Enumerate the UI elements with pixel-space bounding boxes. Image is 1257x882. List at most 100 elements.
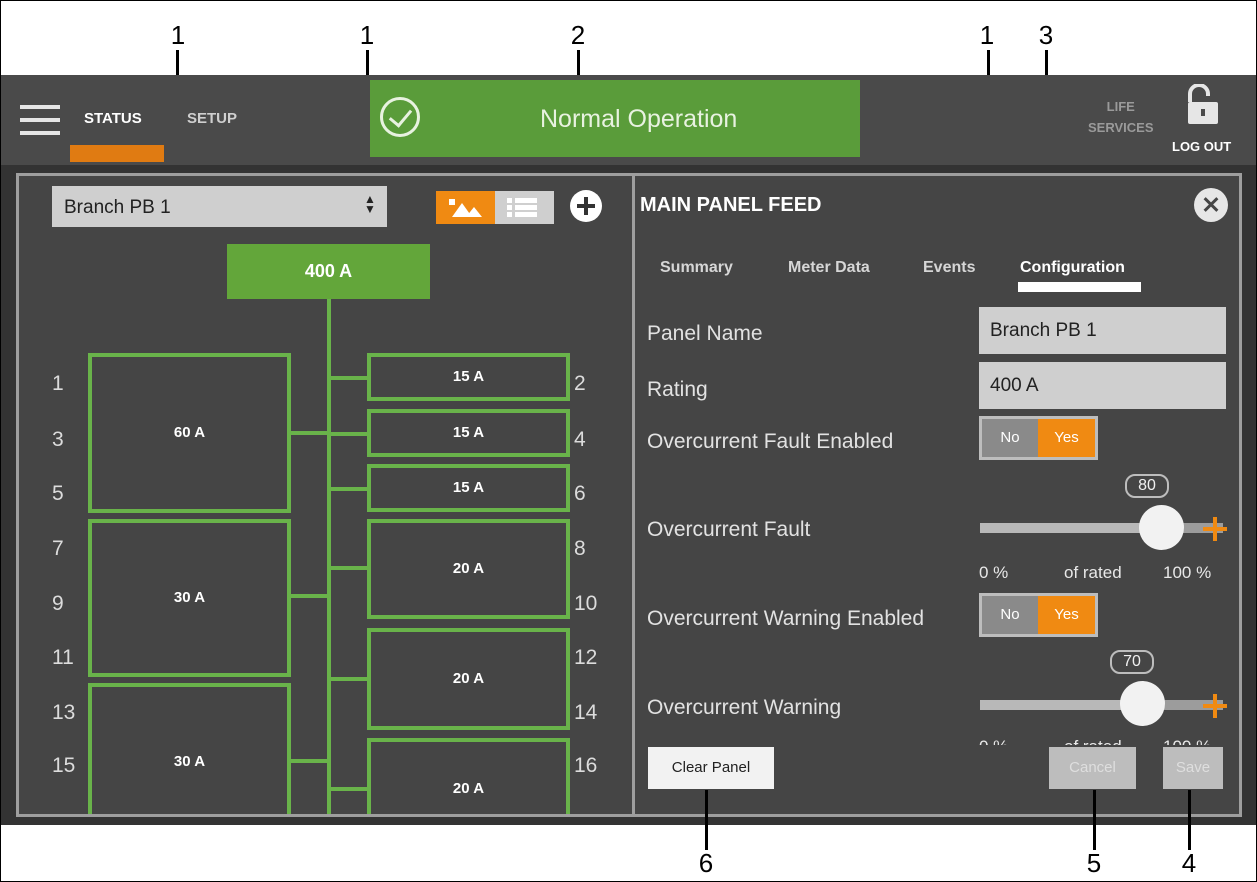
- breaker-left-2[interactable]: 30 A: [88, 519, 291, 677]
- bus-connector: [329, 487, 371, 491]
- fault-slider-thumb[interactable]: [1139, 505, 1184, 550]
- slot-number: 11: [52, 646, 74, 669]
- callout-line: [1093, 790, 1096, 850]
- updown-arrows-icon: ▲ ▼: [364, 192, 376, 216]
- callout-1-main-breaker: 1: [359, 20, 375, 50]
- overcurrent-warning-enabled-label: Overcurrent Warning Enabled: [647, 607, 925, 630]
- bus-connector: [287, 431, 329, 435]
- slot-number: 14: [574, 701, 598, 724]
- callout-2-add: 2: [570, 20, 586, 50]
- status-text: Normal Operation: [540, 105, 738, 133]
- overcurrent-fault-label: Overcurrent Fault: [647, 518, 811, 541]
- panel-select-dropdown[interactable]: Branch PB 1 ▲ ▼: [52, 186, 387, 227]
- breaker-left-1[interactable]: 60 A: [88, 353, 291, 513]
- panel-name-input[interactable]: Branch PB 1: [979, 307, 1226, 354]
- status-banner[interactable]: Normal Operation: [370, 80, 860, 157]
- bus-connector: [329, 432, 371, 436]
- breaker-right-5[interactable]: 20 A: [367, 628, 570, 730]
- detail-title: MAIN PANEL FEED: [640, 194, 822, 216]
- slot-number: 12: [574, 646, 598, 669]
- view-toggle[interactable]: [436, 191, 554, 224]
- save-button[interactable]: Save: [1163, 747, 1223, 789]
- warning-scale-min: 0 %: [979, 737, 1008, 745]
- slot-number: 10: [574, 592, 598, 615]
- diagram-view-icon: [449, 199, 482, 217]
- slot-number: 8: [574, 537, 586, 560]
- overcurrent-fault-enabled-label: Overcurrent Fault Enabled: [647, 430, 894, 453]
- fault-scale-max: 100 %: [1163, 563, 1212, 582]
- slot-number: 1: [52, 372, 64, 395]
- slot-number: 2: [574, 372, 586, 395]
- slot-number: 5: [52, 482, 64, 505]
- warning-slider-thumb[interactable]: [1119, 681, 1165, 726]
- rating-input[interactable]: 400 A: [979, 362, 1226, 409]
- toggle-yes[interactable]: Yes: [1038, 419, 1095, 457]
- life-services-button[interactable]: LIFE SERVICES: [1088, 96, 1154, 138]
- add-circle-icon[interactable]: [570, 190, 602, 222]
- slot-number: 15: [52, 754, 76, 777]
- fault-slider-fill: [980, 523, 1161, 533]
- close-icon[interactable]: [1194, 188, 1228, 222]
- fault-scale-min: 0 %: [979, 563, 1009, 582]
- slot-number: 9: [52, 592, 64, 615]
- cancel-button[interactable]: Cancel: [1049, 747, 1136, 789]
- overcurrent-warning-enabled-toggle[interactable]: No Yes: [979, 593, 1098, 637]
- bus-connector: [329, 376, 371, 380]
- fault-scale-mid: of rated: [1064, 563, 1122, 582]
- tab-summary[interactable]: Summary: [660, 259, 733, 277]
- logout-button[interactable]: LOG OUT: [1172, 139, 1231, 154]
- warning-scale-max: 100 %: [1163, 737, 1211, 745]
- toggle-yes[interactable]: Yes: [1038, 596, 1095, 634]
- callout-6-clear: 6: [698, 848, 714, 878]
- life-services-label-line1: LIFE: [1106, 99, 1135, 114]
- check-circle-icon: [380, 97, 420, 137]
- overcurrent-fault-enabled-toggle[interactable]: No Yes: [979, 416, 1098, 460]
- warning-scale-mid: of rated: [1064, 737, 1122, 745]
- panel-select-value: Branch PB 1: [64, 197, 171, 218]
- slot-number: 6: [574, 482, 586, 505]
- slot-number: 3: [52, 428, 64, 451]
- rating-label: Rating: [647, 378, 708, 401]
- callout-3-configuration: 3: [1038, 20, 1054, 50]
- main-breaker[interactable]: 400 A: [227, 244, 430, 299]
- bus-connector: [329, 566, 371, 570]
- unlocked-lock-icon[interactable]: [1186, 84, 1220, 124]
- warning-scale-clip: 0 % of rated 100 %: [975, 733, 1230, 745]
- tab-meter-data[interactable]: Meter Data: [788, 259, 870, 277]
- breaker-left-3[interactable]: 30 A: [88, 683, 291, 814]
- bus-connector: [287, 594, 329, 598]
- slot-number: 4: [574, 428, 586, 451]
- panel-divider: [632, 176, 635, 814]
- callout-5-cancel: 5: [1086, 848, 1102, 878]
- life-services-label-line2: SERVICES: [1088, 120, 1154, 135]
- bus-connector: [287, 759, 329, 763]
- tab-events[interactable]: Events: [923, 259, 975, 277]
- warning-slider-fill: [980, 700, 1142, 710]
- breaker-right-2[interactable]: 15 A: [367, 409, 570, 457]
- breaker-right-1[interactable]: 15 A: [367, 353, 570, 401]
- breaker-right-6[interactable]: 20 A: [367, 738, 570, 814]
- warning-slider-track[interactable]: [980, 700, 1223, 710]
- active-tab-underline: [1018, 282, 1141, 292]
- panel-name-label: Panel Name: [647, 322, 763, 345]
- breaker-right-4[interactable]: 20 A: [367, 519, 570, 619]
- callout-line: [1188, 790, 1191, 850]
- tab-configuration[interactable]: Configuration: [1020, 259, 1125, 277]
- callout-1-branch-select: 1: [170, 20, 186, 50]
- slot-number: 7: [52, 537, 64, 560]
- list-view-button[interactable]: [495, 191, 554, 224]
- tab-status[interactable]: STATUS: [84, 110, 142, 127]
- tab-setup[interactable]: SETUP: [187, 110, 237, 127]
- toggle-no[interactable]: No: [982, 596, 1038, 634]
- callout-line: [705, 790, 708, 850]
- fault-slider-track[interactable]: [980, 523, 1223, 533]
- toggle-no[interactable]: No: [982, 419, 1038, 457]
- clear-panel-button[interactable]: Clear Panel: [648, 747, 774, 789]
- warning-increase-icon-vertical: [1213, 694, 1217, 718]
- bus-connector: [329, 787, 371, 791]
- fault-increase-icon-vertical: [1213, 517, 1217, 541]
- bus-connector: [329, 677, 371, 681]
- diagram-view-button[interactable]: [436, 191, 495, 224]
- callout-4-save: 4: [1181, 848, 1197, 878]
- breaker-right-3[interactable]: 15 A: [367, 464, 570, 512]
